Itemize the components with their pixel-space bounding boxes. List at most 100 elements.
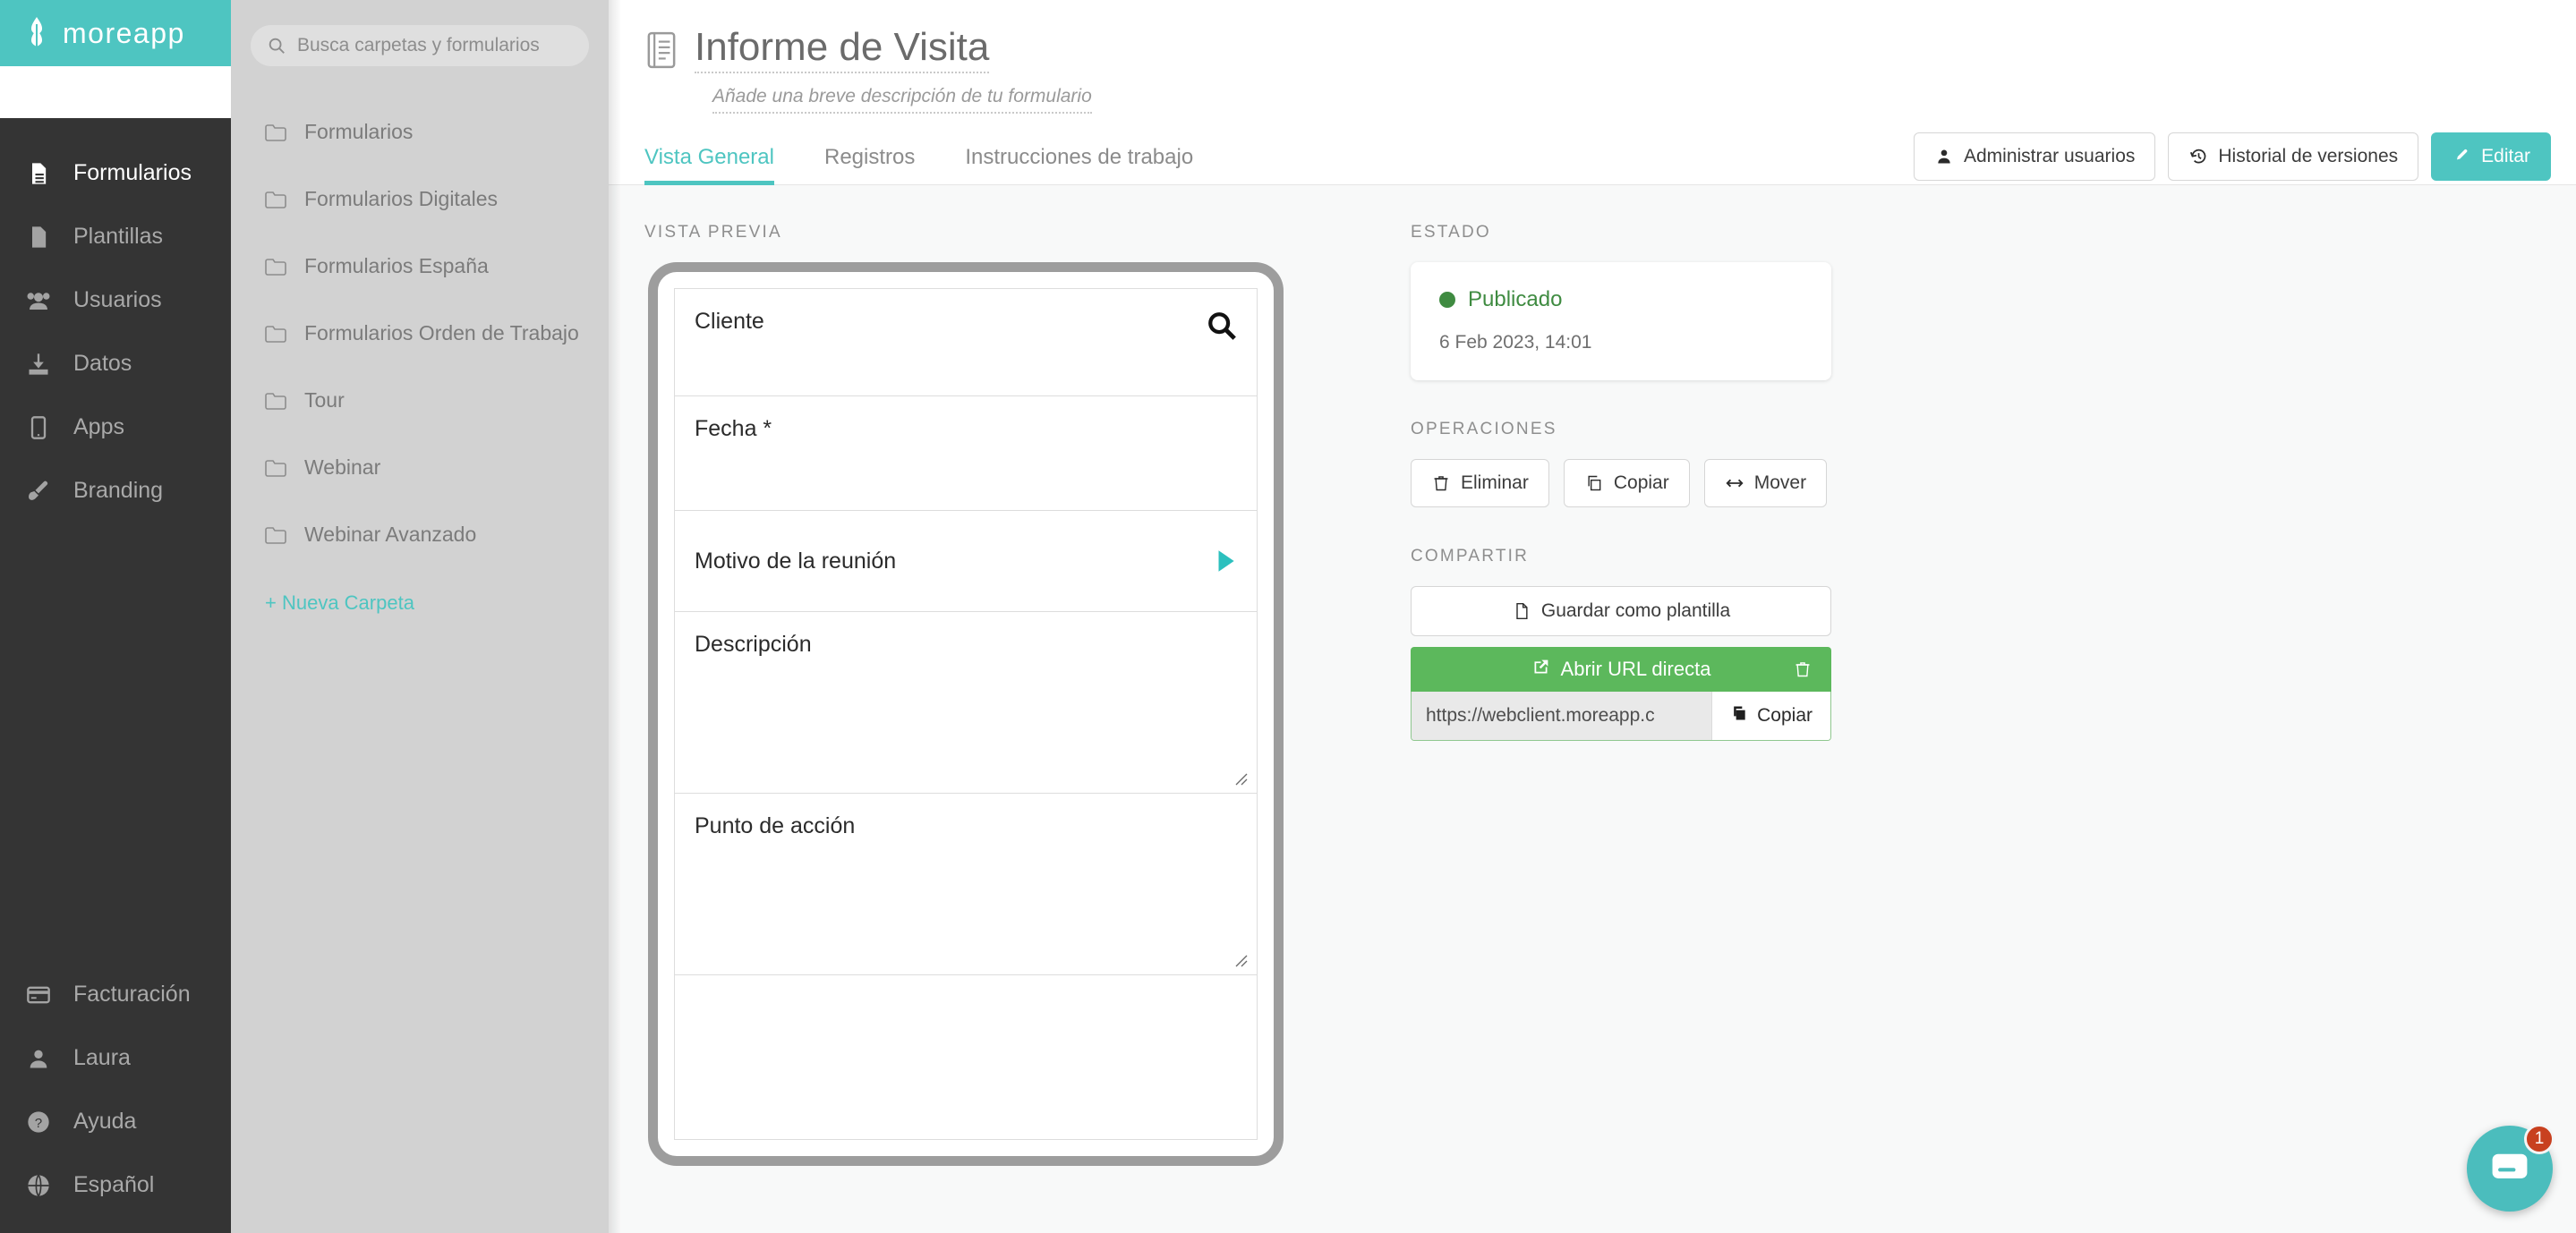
edit-button[interactable]: Editar bbox=[2431, 132, 2551, 181]
copy-icon bbox=[1584, 473, 1604, 493]
status-timestamp: 6 Feb 2023, 14:01 bbox=[1439, 332, 1592, 353]
play-triangle-icon[interactable] bbox=[1214, 548, 1237, 574]
new-folder-button[interactable]: + Nueva Carpeta bbox=[231, 591, 609, 615]
folder-icon bbox=[265, 190, 286, 209]
preview-field-descripcion[interactable]: Descripción bbox=[675, 612, 1257, 795]
move-button[interactable]: Mover bbox=[1703, 459, 1828, 508]
sidebar-item-label: Branding bbox=[73, 478, 164, 503]
folder-item[interactable]: Webinar Avanzado bbox=[231, 501, 609, 568]
sidebar-spacer-white bbox=[0, 66, 231, 118]
sidebar: moreapp Formularios Plantillas Usuarios … bbox=[0, 0, 231, 1233]
edit-label: Editar bbox=[2481, 146, 2530, 166]
sidebar-primary-items: Formularios Plantillas Usuarios Datos Ap… bbox=[0, 118, 231, 523]
folder-label: Webinar bbox=[304, 455, 381, 479]
copy-url-button[interactable]: Copiar bbox=[1711, 692, 1830, 741]
copy-button[interactable]: Copiar bbox=[1563, 459, 1690, 508]
credit-card-icon bbox=[23, 980, 54, 1010]
status-label: Publicado bbox=[1468, 287, 1563, 312]
trash-icon bbox=[1431, 473, 1451, 493]
chat-widget-button[interactable]: 1 bbox=[2467, 1124, 2555, 1212]
sidebar-item-label: Ayuda bbox=[73, 1109, 137, 1134]
pencil-icon bbox=[2452, 147, 2471, 166]
status-dot-icon bbox=[1439, 292, 1455, 309]
user-icon bbox=[23, 1043, 54, 1074]
url-copy-row: Copiar bbox=[1411, 692, 1831, 742]
document-icon bbox=[23, 222, 54, 252]
external-link-icon bbox=[1531, 658, 1550, 682]
copy-icon bbox=[1730, 704, 1748, 727]
folder-item[interactable]: Formularios bbox=[231, 98, 609, 166]
folder-icon bbox=[265, 458, 286, 478]
share-section-label: Compartir bbox=[1411, 547, 1530, 566]
brand-logo[interactable]: moreapp bbox=[0, 0, 231, 66]
page-title[interactable]: Informe de Visita bbox=[695, 26, 990, 74]
content-body: Vista Previa Cliente Fecha * bbox=[609, 185, 2576, 1233]
operations-section-label: Operaciones bbox=[1411, 420, 1557, 439]
folder-icon bbox=[265, 324, 286, 344]
preview-column: Vista Previa Cliente Fecha * bbox=[644, 223, 1361, 1233]
resize-grip-icon[interactable] bbox=[1233, 953, 1250, 969]
folder-icon bbox=[265, 525, 286, 545]
delete-button[interactable]: Eliminar bbox=[1411, 459, 1549, 508]
sidebar-item-branding[interactable]: Branding bbox=[0, 459, 231, 523]
folder-item[interactable]: Tour bbox=[231, 367, 609, 434]
version-history-label: Historial de versiones bbox=[2218, 146, 2399, 166]
sidebar-item-datos[interactable]: Datos bbox=[0, 332, 231, 395]
folder-label: Formularios España bbox=[304, 254, 489, 277]
copy-url-label: Copiar bbox=[1757, 705, 1813, 727]
header-actions: Administrar usuarios Historial de versio… bbox=[1913, 132, 2551, 181]
delete-url-icon[interactable] bbox=[1794, 659, 1812, 679]
sidebar-item-account[interactable]: Laura bbox=[0, 1026, 231, 1090]
sidebar-item-label: Español bbox=[73, 1172, 155, 1197]
sidebar-item-language[interactable]: Español bbox=[0, 1153, 231, 1217]
save-as-template-button[interactable]: Guardar como plantilla bbox=[1411, 586, 1831, 637]
manage-users-button[interactable]: Administrar usuarios bbox=[1913, 132, 2156, 181]
folder-label: Formularios Digitales bbox=[304, 187, 499, 210]
tab-vista-general[interactable]: Vista General bbox=[644, 145, 774, 186]
form-description-placeholder[interactable]: Añade una breve descripción de tu formul… bbox=[712, 86, 1092, 115]
preview-field-punto-de-accion[interactable]: Punto de acción bbox=[675, 794, 1257, 976]
status-section-label: Estado bbox=[1411, 223, 1491, 242]
sidebar-item-label: Laura bbox=[73, 1045, 131, 1070]
folder-label: Tour bbox=[304, 388, 345, 412]
form-header: Informe de Visita Añade una breve descri… bbox=[609, 0, 2576, 186]
sidebar-item-formularios[interactable]: Formularios bbox=[0, 141, 231, 205]
manage-users-label: Administrar usuarios bbox=[1963, 146, 2136, 166]
history-icon bbox=[2188, 147, 2208, 166]
direct-url-block: Abrir URL directa Copiar bbox=[1411, 647, 1831, 742]
sidebar-item-apps[interactable]: Apps bbox=[0, 395, 231, 459]
folder-icon bbox=[265, 257, 286, 276]
direct-url-input[interactable] bbox=[1412, 692, 1712, 741]
sidebar-item-facturacion[interactable]: Facturación bbox=[0, 963, 231, 1026]
description-row: Añade una breve descripción de tu formul… bbox=[609, 73, 2576, 115]
sidebar-item-usuarios[interactable]: Usuarios bbox=[0, 268, 231, 332]
app-root: moreapp Formularios Plantillas Usuarios … bbox=[0, 0, 2576, 1233]
folder-item[interactable]: Webinar bbox=[231, 434, 609, 501]
magnifier-icon[interactable] bbox=[1207, 310, 1237, 341]
folder-item[interactable]: Formularios España bbox=[231, 233, 609, 300]
form-document-icon bbox=[644, 30, 678, 70]
preview-field-fecha[interactable]: Fecha * bbox=[675, 396, 1257, 512]
phone-preview-frame: Cliente Fecha * Motivo de la reunión Des… bbox=[648, 262, 1284, 1167]
search-box[interactable] bbox=[251, 25, 589, 66]
tab-registros[interactable]: Registros bbox=[824, 145, 915, 184]
sidebar-item-ayuda[interactable]: ? Ayuda bbox=[0, 1090, 231, 1153]
resize-grip-icon[interactable] bbox=[1233, 771, 1250, 787]
chat-bubble-icon bbox=[2490, 1149, 2529, 1189]
preview-field-motivo[interactable]: Motivo de la reunión bbox=[675, 511, 1257, 613]
title-row: Informe de Visita bbox=[609, 26, 2576, 74]
folder-label: Formularios bbox=[304, 120, 414, 143]
globe-icon bbox=[23, 1170, 54, 1201]
search-input[interactable] bbox=[297, 35, 573, 56]
open-direct-url-button[interactable]: Abrir URL directa bbox=[1411, 647, 1831, 693]
folder-item[interactable]: Formularios Digitales bbox=[231, 166, 609, 233]
tab-instrucciones-de-trabajo[interactable]: Instrucciones de trabajo bbox=[965, 145, 1193, 184]
svg-text:?: ? bbox=[35, 1115, 42, 1130]
preview-field-cliente[interactable]: Cliente bbox=[675, 289, 1257, 397]
folder-item[interactable]: Formularios Orden de Trabajo bbox=[231, 300, 609, 367]
version-history-button[interactable]: Historial de versiones bbox=[2168, 132, 2419, 181]
preview-section-label: Vista Previa bbox=[644, 223, 782, 242]
question-circle-icon: ? bbox=[23, 1107, 54, 1137]
sidebar-item-plantillas[interactable]: Plantillas bbox=[0, 205, 231, 268]
sidebar-item-label: Plantillas bbox=[73, 224, 164, 249]
